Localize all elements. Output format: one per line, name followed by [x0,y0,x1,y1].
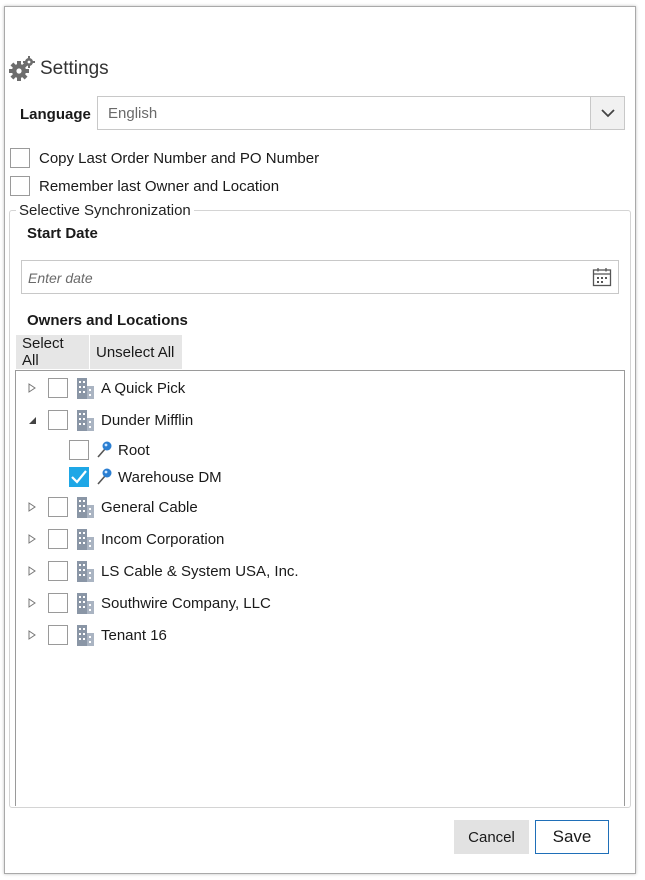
date-placeholder: Enter date [28,270,93,286]
start-date-label: Start Date [27,225,98,242]
copy-order-checkbox[interactable] [10,148,30,168]
building-icon [77,497,94,518]
node-label: Dunder Mifflin [101,411,194,429]
node-checkbox[interactable] [48,625,68,645]
tree-node-general-cable[interactable]: General Cable [26,493,198,521]
location-pin-icon [97,468,112,485]
start-date-input[interactable]: Enter date [21,260,619,294]
chevron-down-icon [600,108,615,117]
node-label: Warehouse DM [118,468,222,486]
expand-arrow-icon[interactable] [26,534,38,544]
tree-node-a-quick-pick[interactable]: A Quick Pick [26,374,185,402]
collapse-arrow-icon[interactable] [26,416,38,425]
building-icon [77,561,94,582]
checkmark-icon [71,470,87,484]
tree-node-dunder-mifflin[interactable]: Dunder Mifflin [26,406,193,434]
expand-arrow-icon[interactable] [26,630,38,640]
language-label: Language [20,106,91,123]
remember-owner-label: Remember last Owner and Location [39,177,280,195]
expand-arrow-icon[interactable] [26,598,38,608]
building-icon [77,529,94,550]
calendar-icon[interactable] [592,267,612,287]
language-value: English [108,105,158,122]
group-title: Selective Synchronization [16,202,194,219]
select-all-button[interactable]: Select All [16,335,89,369]
location-pin-icon [97,441,112,458]
language-select[interactable]: English [97,96,625,130]
tree-node-ls-cable[interactable]: LS Cable & System USA, Inc. [26,557,299,585]
remember-owner-checkbox[interactable] [10,176,30,196]
page-title: Settings [40,58,109,79]
node-checkbox[interactable] [48,529,68,549]
owners-locations-label: Owners and Locations [27,312,188,329]
remember-owner-option[interactable]: Remember last Owner and Location [10,174,279,198]
node-checkbox[interactable] [69,440,89,460]
expand-arrow-icon[interactable] [26,502,38,512]
node-checkbox[interactable] [48,410,68,430]
node-checkbox[interactable] [48,497,68,517]
save-button[interactable]: Save [535,820,609,854]
copy-order-label: Copy Last Order Number and PO Number [39,149,320,167]
building-icon [77,593,94,614]
tree-node-southwire[interactable]: Southwire Company, LLC [26,589,271,617]
node-label: Incom Corporation [101,530,225,548]
unselect-all-button[interactable]: Unselect All [90,335,182,369]
tree-node-tenant-16[interactable]: Tenant 16 [26,621,167,649]
tree-node-warehouse-dm[interactable]: Warehouse DM [69,463,222,491]
owners-locations-tree[interactable]: A Quick Pick Dunder Mifflin Root Warehou… [15,370,625,806]
node-checkbox[interactable] [48,561,68,581]
node-label: A Quick Pick [101,379,186,397]
node-label: LS Cable & System USA, Inc. [101,562,299,580]
node-checkbox[interactable] [48,593,68,613]
building-icon [77,410,94,431]
expand-arrow-icon[interactable] [26,566,38,576]
node-label: Southwire Company, LLC [101,594,271,612]
node-label: Tenant 16 [101,626,167,644]
node-label: General Cable [101,498,198,516]
cancel-button[interactable]: Cancel [454,820,529,854]
dialog-header: Settings [8,52,109,86]
node-checkbox-checked[interactable] [69,467,89,487]
gear-icon [9,56,35,81]
building-icon [77,378,94,399]
tree-node-incom-corporation[interactable]: Incom Corporation [26,525,224,553]
building-icon [77,625,94,646]
node-checkbox[interactable] [48,378,68,398]
expand-arrow-icon[interactable] [26,383,38,393]
node-label: Root [118,441,150,459]
tree-node-root[interactable]: Root [69,436,150,464]
dropdown-button[interactable] [590,97,624,129]
copy-order-option[interactable]: Copy Last Order Number and PO Number [10,146,319,170]
